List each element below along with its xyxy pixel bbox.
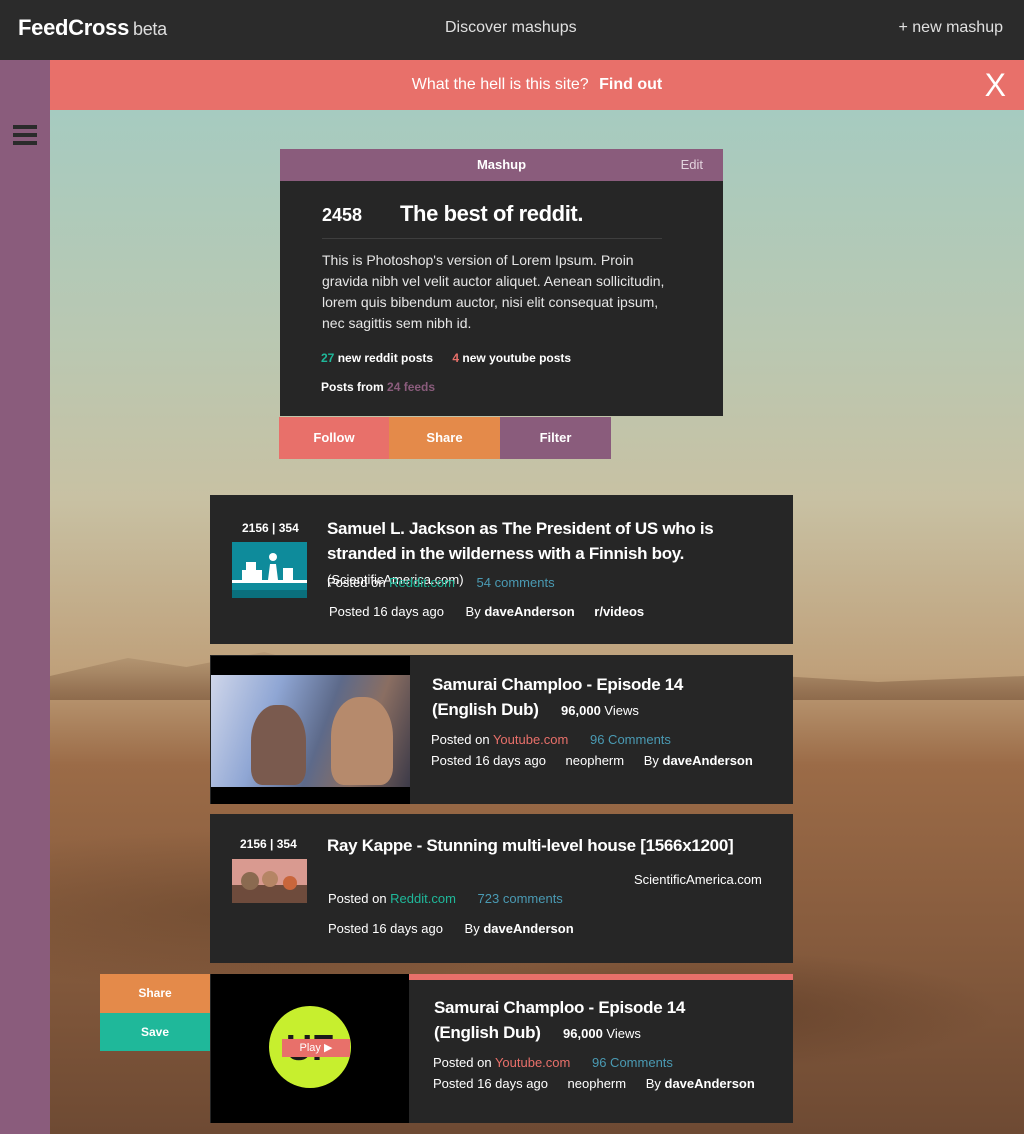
comments-link[interactable]: 96 Comments	[590, 732, 671, 747]
author-link[interactable]: daveAnderson	[483, 921, 573, 936]
by-label: By	[643, 753, 659, 768]
video-meta-2: Posted 16 days ago neopherm By daveAnder…	[431, 753, 753, 768]
post-meta: Posted on Reddit.com 54 comments	[327, 575, 555, 590]
reddit-label: new reddit posts	[337, 351, 434, 365]
post-source: ScientificAmerica.com	[634, 872, 762, 887]
author-link[interactable]: daveAnderson	[663, 753, 753, 768]
posts-from: Posts from 24 feeds	[321, 380, 435, 394]
close-icon[interactable]: X	[985, 60, 1006, 110]
posted-date: Posted 16 days ago	[328, 921, 443, 936]
post-score: 2156 | 354	[240, 837, 297, 851]
author-link[interactable]: daveAnderson	[665, 1076, 755, 1091]
feed-item-video-selected[interactable]: UF Play ▶ Samurai Champloo - Episode 14 …	[210, 974, 793, 1123]
site-link[interactable]: Youtube.com	[495, 1055, 570, 1070]
top-nav: FeedCross beta Discover mashups + new mas…	[0, 0, 1024, 60]
video-title-line2: (English Dub)	[434, 1023, 541, 1042]
mashup-header-label: Mashup	[476, 157, 527, 172]
play-icon: ▶	[324, 1042, 333, 1054]
mashup-stats: 27 new reddit posts 4 new youtube posts	[321, 351, 571, 365]
views-label: Views	[604, 703, 639, 718]
video-thumbnail[interactable]	[211, 656, 410, 804]
mashup-description: This is Photoshop's version of Lorem Ips…	[322, 252, 665, 331]
channel-name[interactable]: neopherm	[566, 753, 625, 768]
follow-button[interactable]: Follow	[279, 417, 389, 459]
logo[interactable]: FeedCross beta	[18, 15, 167, 41]
hamburger-menu-icon[interactable]	[13, 125, 37, 147]
site-link[interactable]: Youtube.com	[493, 732, 568, 747]
info-banner: What the hell is this site? Find out X	[50, 60, 1024, 110]
sidebar	[0, 60, 50, 1134]
post-title-text: Samuel L. Jackson as The President of US…	[327, 519, 714, 563]
mashup-header: Mashup Edit	[280, 149, 723, 181]
video-title[interactable]: Samurai Champloo - Episode 14 (English D…	[432, 672, 782, 723]
logo-text: FeedCross	[18, 15, 130, 40]
selected-indicator	[409, 974, 793, 980]
video-title-line1: Samurai Champloo - Episode 14	[434, 998, 686, 1017]
play-label: Play	[299, 1042, 321, 1054]
feed-item[interactable]: 2156 | 354 Samuel L. Jackson as The Pres…	[210, 495, 793, 644]
post-meta: Posted on Reddit.com 723 comments	[328, 891, 563, 906]
video-meta: Posted on Youtube.com 96 Comments	[431, 732, 671, 747]
discover-mashups-link[interactable]: Discover mashups	[445, 19, 577, 37]
by-label: By	[465, 604, 481, 619]
banner-question: What the hell is this site?	[411, 76, 589, 93]
feed-item[interactable]: 2156 | 354 Ray Kappe - Stunning multi-le…	[210, 814, 793, 963]
post-meta-2: Posted 16 days ago By daveAnderson	[328, 921, 574, 936]
views-count: 96,000	[561, 703, 601, 718]
find-out-link[interactable]: Find out	[599, 76, 662, 93]
divider	[322, 238, 662, 239]
subreddit-link[interactable]: r/videos	[594, 604, 644, 619]
comments-link[interactable]: 723 comments	[478, 891, 563, 906]
posted-date: Posted 16 days ago	[329, 604, 444, 619]
share-button[interactable]: Share	[389, 417, 500, 459]
views-label: Views	[606, 1026, 641, 1041]
views-count: 96,000	[563, 1026, 603, 1041]
feeds-link[interactable]: 24 feeds	[387, 380, 435, 394]
post-title[interactable]: Ray Kappe - Stunning multi-level house […	[327, 833, 777, 858]
video-frame	[211, 675, 410, 787]
youtube-label: new youtube posts	[462, 351, 572, 365]
youtube-count: 4	[452, 351, 460, 365]
author-link[interactable]: daveAnderson	[484, 604, 574, 619]
post-meta-2: Posted 16 days ago By daveAnderson r/vid…	[329, 604, 644, 619]
filter-button[interactable]: Filter	[500, 417, 611, 459]
by-label: By	[464, 921, 480, 936]
posts-from-label: Posts from	[321, 380, 384, 394]
video-thumbnail[interactable]: UF Play ▶	[211, 974, 409, 1123]
post-thumbnail[interactable]	[232, 542, 307, 598]
comments-link[interactable]: 96 Comments	[592, 1055, 673, 1070]
by-label: By	[645, 1076, 661, 1091]
posted-date: Posted 16 days ago	[431, 753, 546, 768]
new-mashup-link[interactable]: + new mashup	[898, 19, 1003, 37]
comments-link[interactable]: 54 comments	[477, 575, 555, 590]
posted-on-label: Posted on	[433, 1055, 492, 1070]
video-meta-2: Posted 16 days ago neopherm By daveAnder…	[433, 1076, 755, 1091]
post-score: 2156 | 354	[242, 521, 299, 535]
logo-beta: beta	[133, 19, 167, 39]
mashup-title: The best of reddit.	[400, 201, 584, 226]
mashup-count: 2458	[322, 205, 363, 225]
feed-item-video[interactable]: Samurai Champloo - Episode 14 (English D…	[210, 655, 793, 804]
video-meta: Posted on Youtube.com 96 Comments	[433, 1055, 673, 1070]
video-title-line1: Samurai Champloo - Episode 14	[432, 675, 684, 694]
reddit-count: 27	[321, 351, 335, 365]
side-share-button[interactable]: Share	[100, 974, 210, 1013]
video-title[interactable]: Samurai Champloo - Episode 14 (English D…	[434, 995, 784, 1046]
side-save-button[interactable]: Save	[100, 1013, 210, 1051]
site-link[interactable]: Reddit.com	[389, 575, 455, 590]
site-link[interactable]: Reddit.com	[390, 891, 456, 906]
play-button[interactable]: Play ▶	[282, 1039, 350, 1057]
video-title-line2: (English Dub)	[432, 700, 539, 719]
mashup-card: 2458 The best of reddit. This is Photosh…	[280, 181, 723, 416]
posted-on-label: Posted on	[327, 575, 386, 590]
posted-on-label: Posted on	[328, 891, 387, 906]
edit-link[interactable]: Edit	[681, 149, 703, 181]
posted-date: Posted 16 days ago	[433, 1076, 548, 1091]
post-thumbnail[interactable]	[232, 859, 307, 903]
channel-name[interactable]: neopherm	[568, 1076, 627, 1091]
posted-on-label: Posted on	[431, 732, 490, 747]
